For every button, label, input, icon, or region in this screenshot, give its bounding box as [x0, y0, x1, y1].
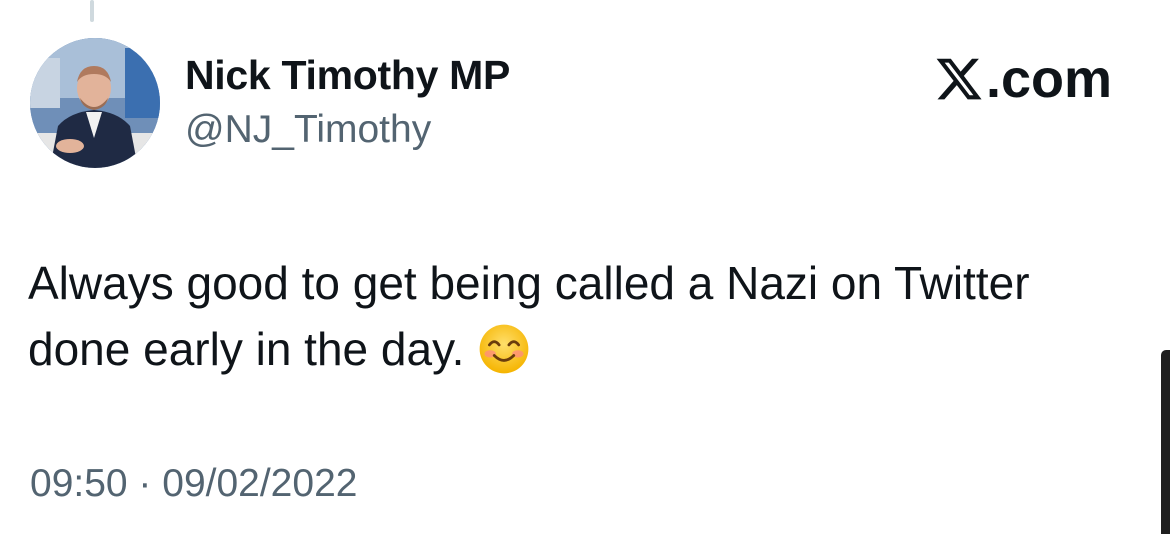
avatar[interactable]: [30, 38, 160, 168]
scrollbar-thumb[interactable]: [1161, 350, 1170, 534]
tweet-timestamp[interactable]: 09:50 · 09/02/2022: [30, 462, 357, 506]
brand-suffix: .com: [985, 49, 1112, 109]
x-logo-icon: [936, 58, 982, 100]
author-handle[interactable]: @NJ_Timothy: [185, 108, 431, 152]
thread-connector-line: [90, 0, 94, 22]
author-display-name[interactable]: Nick Timothy MP: [185, 52, 510, 99]
tweet-text-line: Always good to get being called a Nazi o…: [28, 257, 1030, 309]
tweet-text-line: done early in the day.: [28, 316, 1148, 382]
avatar-photo: [30, 38, 160, 168]
smiling-face-with-smiling-eyes-icon: [480, 324, 529, 374]
tweet-text-line-content: done early in the day.: [28, 323, 465, 375]
brand-watermark: .com: [934, 48, 1112, 110]
tweet-text: Always good to get being called a Nazi o…: [28, 250, 1148, 382]
